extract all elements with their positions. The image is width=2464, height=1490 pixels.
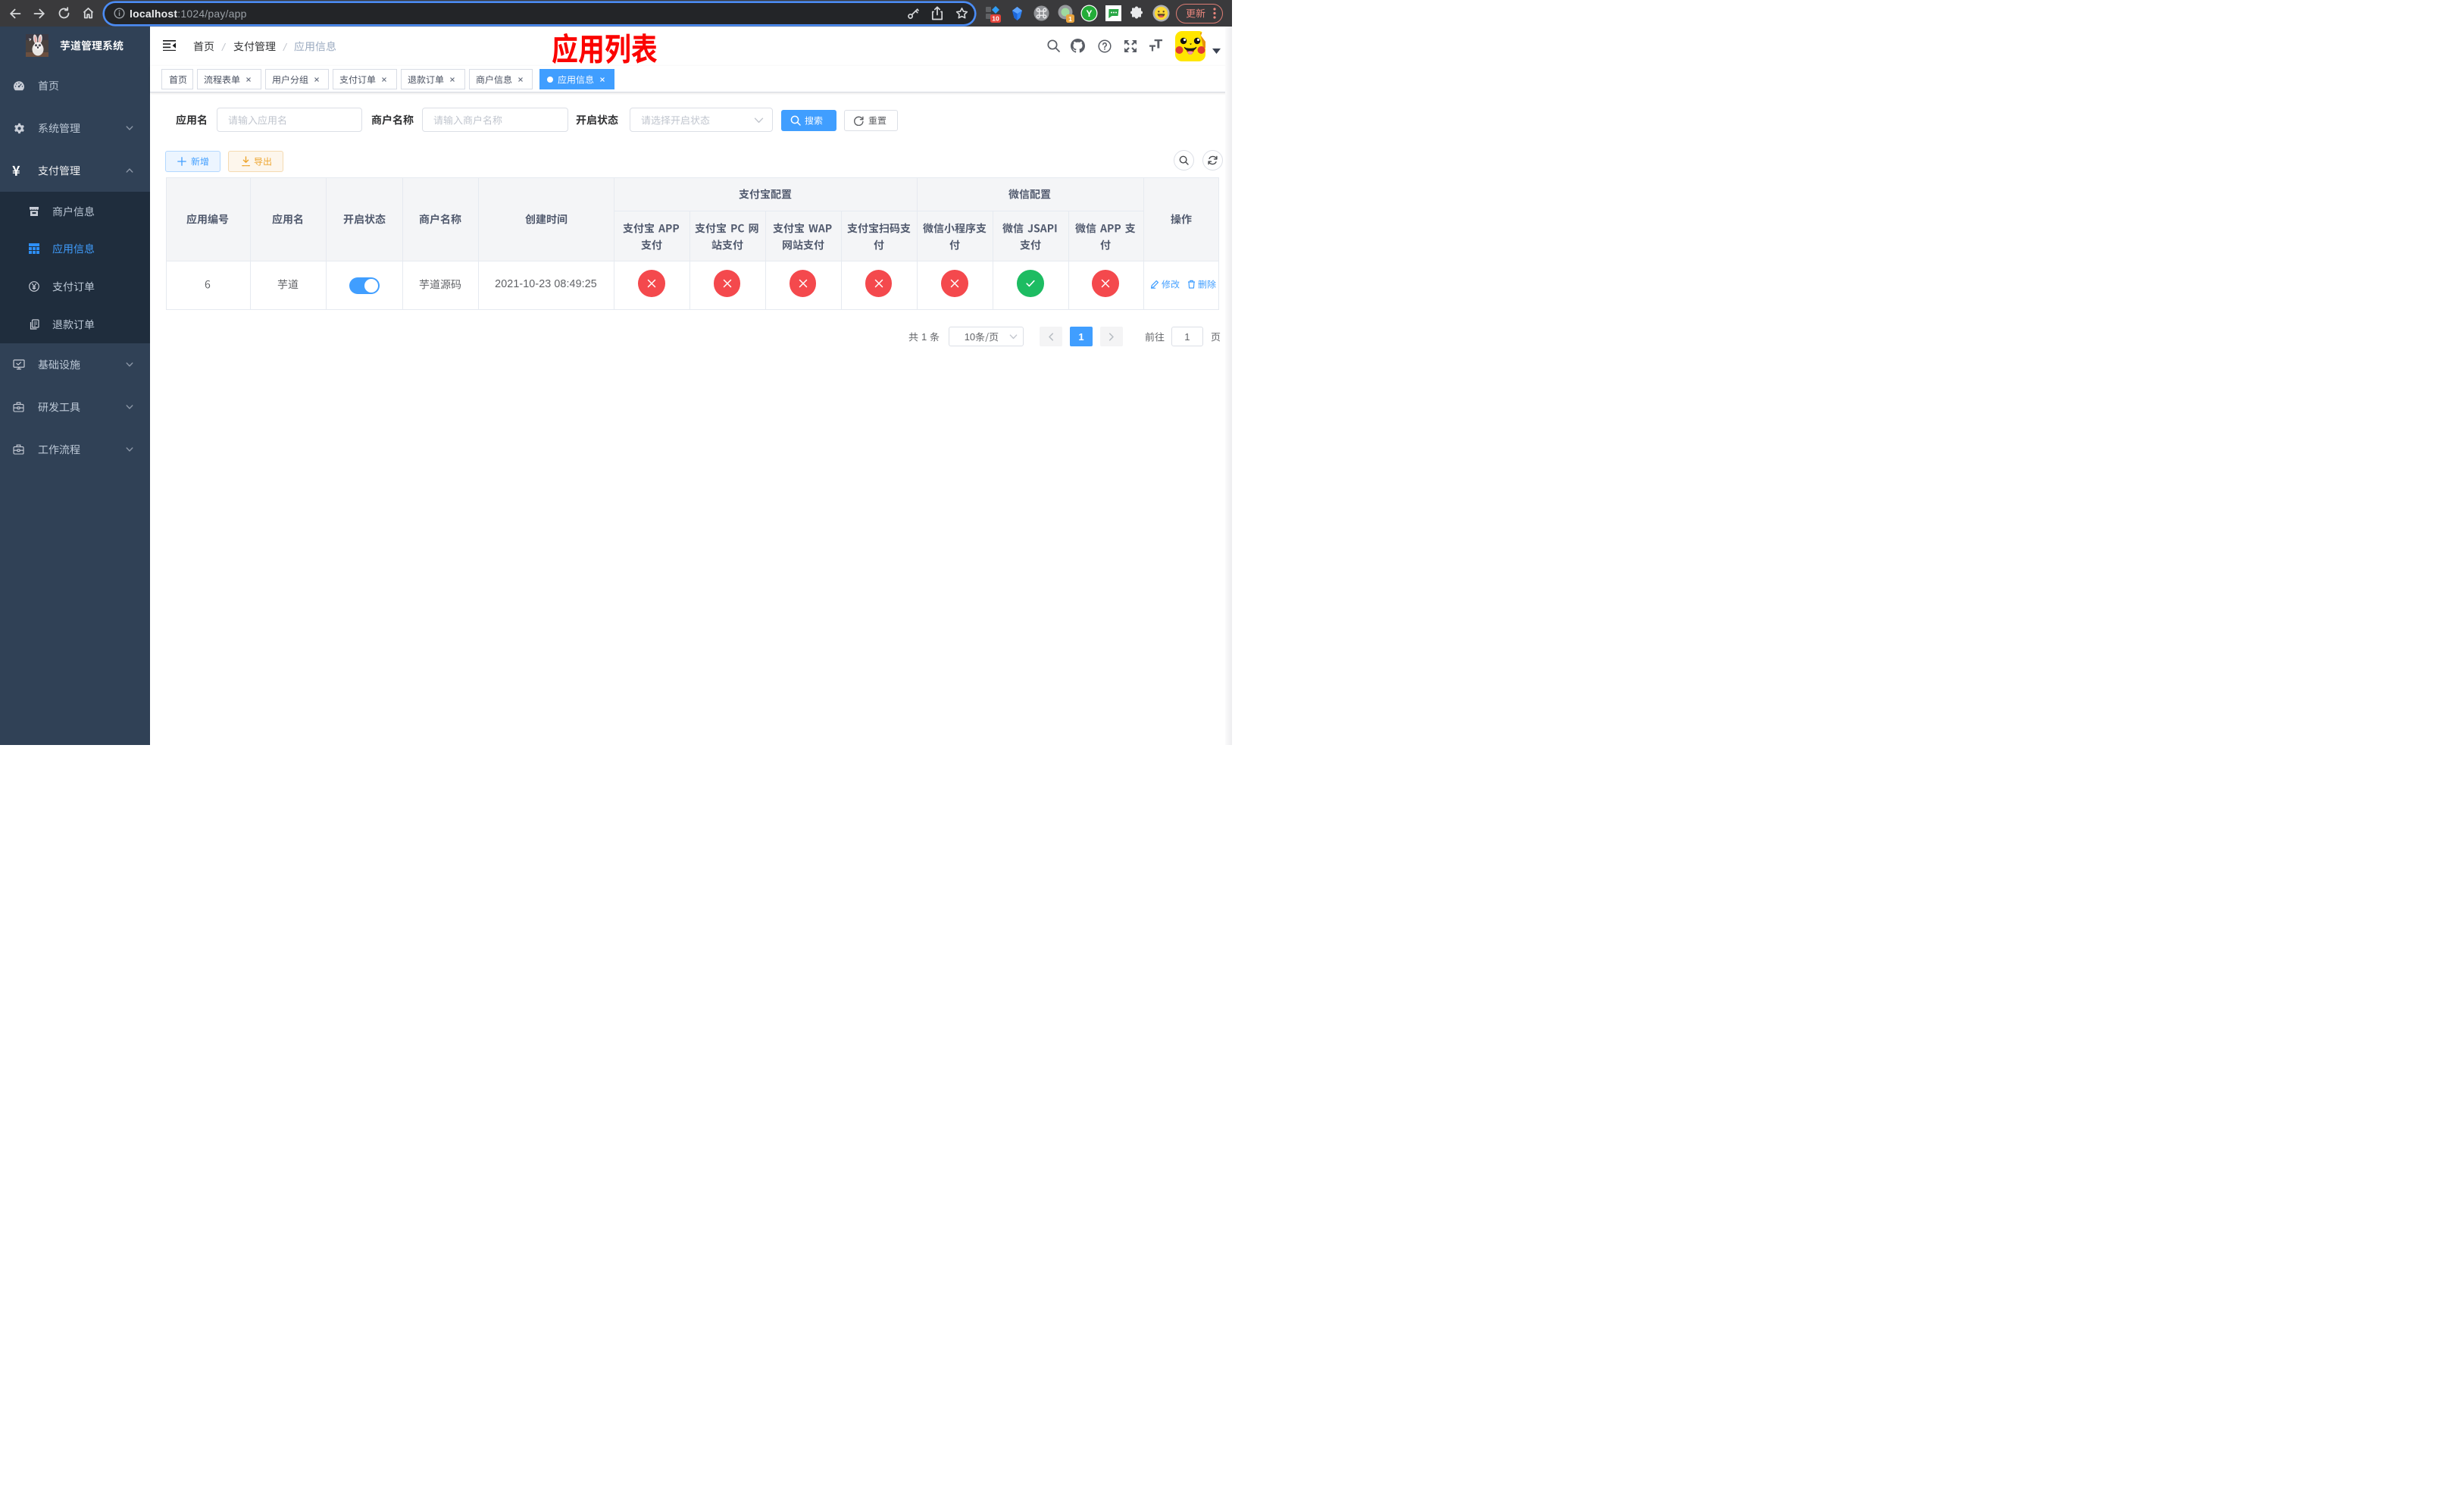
svg-text:1: 1: [1068, 15, 1072, 23]
svg-text:Y: Y: [1086, 8, 1092, 19]
svg-text:10: 10: [992, 15, 999, 23]
